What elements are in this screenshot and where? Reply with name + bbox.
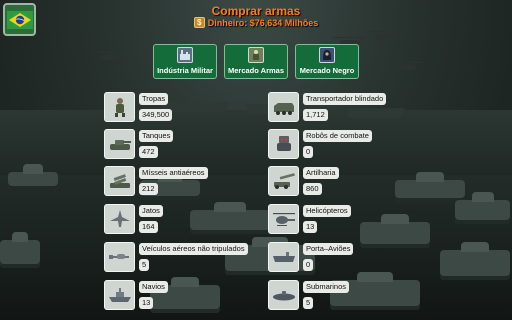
- weapon-label: Tanques: [139, 130, 174, 142]
- market-label: Mercado Negro: [299, 66, 355, 75]
- weapon-label: Tropas: [139, 93, 169, 105]
- helicopter-silhouette: [394, 62, 424, 70]
- military-industry-button[interactable]: Indústria Militar: [153, 44, 217, 79]
- weapon-label: Veículos aéreos não tripulados: [139, 243, 248, 255]
- weapon-count: 164: [139, 221, 158, 233]
- tank-silhouette: [0, 232, 40, 268]
- jet-icon: [104, 204, 135, 234]
- soldier-icon: [248, 47, 264, 63]
- helicopter-silhouette: [369, 31, 399, 39]
- weapon-count: 212: [139, 183, 158, 195]
- weapon-label: Jatos: [139, 205, 163, 217]
- arms-market-button[interactable]: Mercado Armas: [224, 44, 288, 79]
- weapon-item-aircraft-carriers[interactable]: Porta–Aviões 0: [268, 242, 468, 276]
- weapon-item-combat-robots[interactable]: Robôs de combate 0: [268, 129, 468, 163]
- factory-icon: [177, 47, 193, 63]
- weapon-label: Submarinos: [303, 281, 350, 293]
- apc-icon: [268, 92, 299, 122]
- helicopter-icon: [268, 204, 299, 234]
- drone-icon: [104, 242, 135, 272]
- weapon-label: Transportador blindado: [303, 93, 387, 105]
- weapon-item-helicopters[interactable]: Helicópteros 13: [268, 204, 468, 238]
- weapon-item-submarines[interactable]: Submarinos 5: [268, 280, 468, 314]
- weapon-count: 472: [139, 146, 158, 158]
- black-market-button[interactable]: Mercado Negro: [295, 44, 359, 79]
- warship-icon: [104, 280, 135, 310]
- weapon-count: 13: [139, 297, 154, 309]
- weapon-label: Artilharia: [303, 167, 339, 179]
- weapon-label: Helicópteros: [303, 205, 351, 217]
- page-title: Comprar armas: [211, 4, 301, 18]
- tank-icon: [104, 129, 135, 159]
- weapon-count: 0: [303, 259, 314, 271]
- artillery-icon: [268, 166, 299, 196]
- weapon-label: Navios: [139, 281, 168, 293]
- weapon-count: 5: [303, 297, 314, 309]
- soldier-icon: [104, 92, 135, 122]
- market-label: Mercado Armas: [228, 66, 284, 75]
- money-label: Dinheiro: $76,634 Milhões: [207, 17, 319, 28]
- weapon-count: 5: [139, 259, 150, 271]
- weapon-count: 349,500: [139, 109, 173, 121]
- missile-launcher-icon: [104, 166, 135, 196]
- weapon-count: 13: [303, 221, 318, 233]
- market-label: Indústria Militar: [157, 66, 213, 75]
- weapon-label: Mísseis antiaéreos: [139, 167, 208, 179]
- money-icon: $: [193, 17, 205, 28]
- weapon-item-armored-carrier[interactable]: Transportador blindado 1,712: [268, 92, 468, 126]
- weapon-count: 0: [303, 146, 314, 158]
- robot-icon: [268, 129, 299, 159]
- weapon-label: Porta–Aviões: [303, 243, 354, 255]
- weapon-count: 860: [303, 183, 322, 195]
- tank-silhouette: [8, 164, 58, 190]
- weapon-count: 1,712: [303, 109, 328, 121]
- money-display: $ Dinheiro: $76,634 Milhões: [0, 17, 512, 28]
- weapon-item-artillery[interactable]: Artilharia 860: [268, 166, 468, 200]
- aircraft-carrier-icon: [268, 242, 299, 272]
- helicopter-silhouette: [94, 52, 124, 60]
- submarine-icon: [268, 280, 299, 310]
- hooded-figure-icon: [319, 47, 335, 63]
- weapon-label: Robôs de combate: [303, 130, 372, 142]
